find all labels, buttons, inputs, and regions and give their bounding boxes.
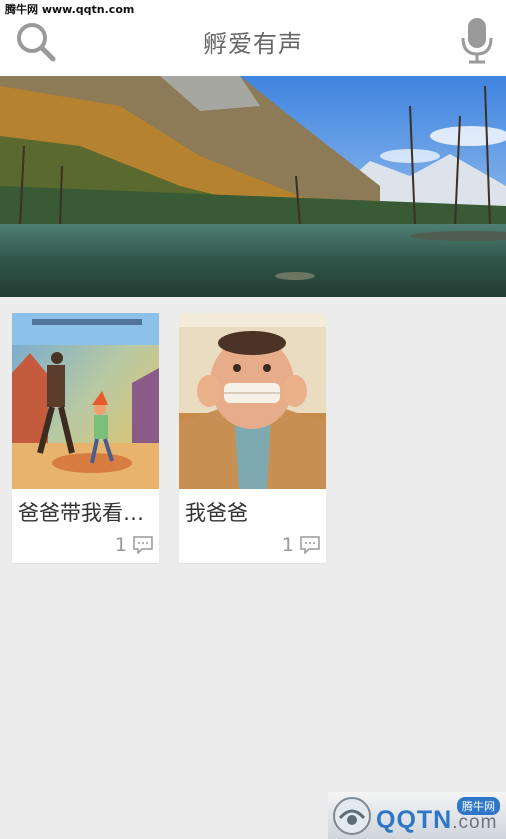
book-cover-illustration [179, 313, 326, 489]
comment-count: 1 [281, 534, 294, 556]
book-cover [12, 313, 159, 489]
comment-meta[interactable]: 1 [115, 534, 153, 556]
logo-badge: 腾牛网 [457, 797, 500, 815]
site-watermark: 腾牛网 www.qqtn.com [0, 0, 140, 20]
voice-search-button[interactable] [459, 16, 495, 64]
logo-emblem-icon [333, 797, 371, 835]
comment-icon [300, 536, 320, 554]
book-cover-illustration [12, 313, 159, 489]
site-logo-watermark: QQTN.com 腾牛网 [328, 792, 506, 839]
logo-text-suffix: .com [452, 812, 498, 833]
comment-meta[interactable]: 1 [282, 534, 320, 556]
page-title: 孵爱有声 [203, 30, 303, 58]
microphone-icon [461, 18, 493, 64]
logo-text-main: QQTN [376, 806, 453, 834]
book-card[interactable]: 爸爸带我看… 1 [12, 313, 159, 563]
comment-icon [133, 536, 153, 554]
book-cover [179, 313, 326, 489]
book-card[interactable]: 我爸爸 1 [179, 313, 326, 563]
banner-image[interactable] [0, 76, 506, 297]
book-title: 我爸爸 [185, 501, 248, 525]
book-title: 爸爸带我看… [18, 501, 144, 525]
comment-count: 1 [114, 534, 127, 556]
landscape-photo [0, 76, 506, 297]
